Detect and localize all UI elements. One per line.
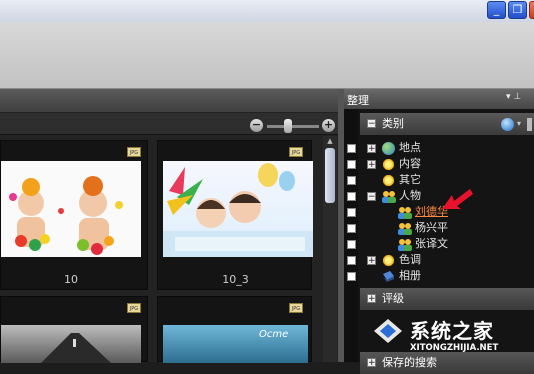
checkbox[interactable] [347,144,356,153]
thumbnail-card[interactable]: JPG 10_3 [157,140,313,290]
thumbnail-caption: 10 [64,273,78,286]
checkbox[interactable] [347,224,356,233]
zoom-slider-track[interactable] [267,125,319,128]
photo-thumbnail [1,325,141,363]
tree-item-label: 地点 [399,141,421,154]
zoom-in-button[interactable]: + [322,119,335,132]
tree-item-people[interactable]: − 人物 [344,188,534,204]
thumbnail-card[interactable]: JPG 10 [0,140,148,290]
tree-item-label: 其它 [399,173,421,186]
minimize-button[interactable]: _ [487,1,506,19]
expand-icon[interactable]: + [367,256,376,266]
tree-item-content[interactable]: + 内容 [344,156,534,172]
checkbox[interactable] [347,208,356,217]
search-globe-icon[interactable] [501,118,514,131]
globe-icon [382,142,395,155]
sun-icon [382,174,395,187]
person-icon [397,238,413,251]
section-title: 类别 [382,117,404,130]
jpg-badge: JPG [127,147,141,157]
scrollbar-thumb[interactable] [325,148,335,203]
checkbox[interactable] [347,256,356,265]
section-title: 评级 [382,292,404,305]
tree-item-label: 内容 [399,157,421,170]
jpg-badge: JPG [289,147,303,157]
watermark-title: 系统之家 [410,319,494,343]
thumbnail-caption: 10_3 [222,273,249,286]
thumbnail-card[interactable]: JPG [0,296,148,363]
tree-item-label: 色调 [399,253,421,266]
thumbnail-card[interactable]: JPG Ocme [157,296,312,363]
photo-thumbnail [163,161,313,257]
viewer-header [0,89,338,113]
album-icon [382,270,395,283]
restore-button[interactable]: ❐ [508,1,527,19]
tree-item-label: 人物 [399,189,421,202]
tree-item-person-zhangyiwen[interactable]: 张译文 [344,236,534,252]
checkbox[interactable] [347,192,356,201]
expand-icon[interactable]: + [367,160,376,170]
tool-icon[interactable] [527,118,532,131]
tree-item-tone[interactable]: + 色调 [344,252,534,268]
expand-icon[interactable]: + [367,144,376,154]
photo-text: Ocme [259,329,289,340]
watermark-url: XITONGZHIJIA.NET [410,343,499,353]
panel-title: 整理 [347,94,369,107]
tree-item-album[interactable]: 相册 [344,268,534,284]
dropdown-arrow-icon[interactable]: ▾ [517,119,521,128]
watermark-logo-icon [374,319,402,343]
panel-pin-icon[interactable]: ▾ ⊥ [506,92,521,102]
checkbox[interactable] [347,176,356,185]
kids-photo [163,163,313,257]
checkbox[interactable] [347,272,356,281]
photo-thumbnail [1,161,141,257]
tree-item-label: 相册 [399,269,421,282]
jpg-badge: JPG [289,303,303,313]
zoom-slider-handle[interactable] [284,119,292,133]
collapse-icon[interactable]: − [367,119,376,129]
section-title: 保存的搜索 [382,356,437,369]
window-title-bar [0,0,534,22]
tree-item-person-liudehua[interactable]: 刘德华 [344,204,534,220]
annotation-arrow-icon [442,189,473,209]
road-photo [41,333,111,363]
expand-icon[interactable]: + [367,294,376,304]
rating-section-header[interactable]: + 评级 [360,288,534,310]
tree-item-other[interactable]: 其它 [344,172,534,188]
babies-photo [9,176,123,255]
tree-item-person-yangxingping[interactable]: 杨兴平 [344,220,534,236]
tree-item-label: 张译文 [415,237,448,250]
person-icon [397,222,413,235]
scroll-up-arrow-icon[interactable]: ▲ [325,137,335,146]
sun-icon [382,254,395,267]
photo-thumbnail: Ocme [163,325,308,363]
toolbar-area [0,22,534,89]
people-icon [381,190,397,203]
person-icon [397,206,413,219]
expand-icon[interactable]: + [367,358,376,368]
tree-item-label: 杨兴平 [415,221,448,234]
sun-icon [382,158,395,171]
collapse-icon[interactable]: − [367,192,376,202]
checkbox[interactable] [347,240,356,249]
zoom-out-button[interactable]: − [250,119,263,132]
watermark: 系统之家 XITONGZHIJIA.NET [370,313,534,358]
checkbox[interactable] [347,160,356,169]
close-button[interactable] [529,1,534,19]
panel-header: 整理 ▾ ⊥ [344,89,534,109]
tree-item-location[interactable]: + 地点 [344,140,534,156]
jpg-badge: JPG [127,303,141,313]
category-section-header[interactable]: − 类别 ▾ [360,113,534,135]
